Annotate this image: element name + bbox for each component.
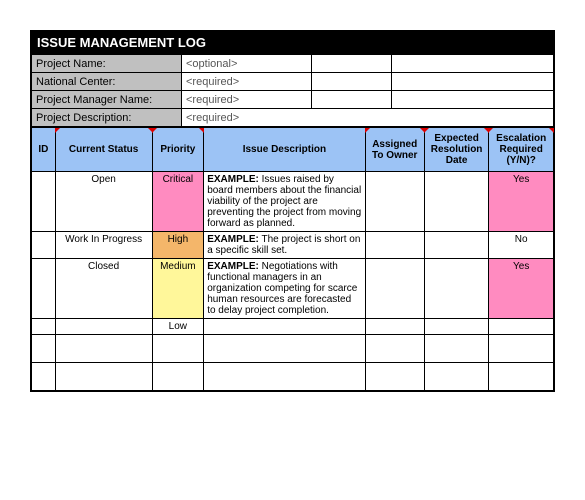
table-row bbox=[32, 363, 554, 391]
header-owner: Assigned To Owner bbox=[365, 128, 424, 172]
meta-label: Project Name: bbox=[32, 55, 182, 73]
cell-status[interactable]: Closed bbox=[55, 259, 152, 319]
cell-desc[interactable]: EXAMPLE: The project is short on a speci… bbox=[204, 232, 365, 259]
cell-id[interactable] bbox=[32, 232, 56, 259]
meta-row-project-name: Project Name: <optional> bbox=[32, 55, 554, 73]
cell-priority[interactable]: Medium bbox=[152, 259, 204, 319]
title-text: ISSUE MANAGEMENT LOG bbox=[37, 35, 206, 50]
cell-owner[interactable] bbox=[365, 319, 424, 335]
cell-desc[interactable]: EXAMPLE: Issues raised by board members … bbox=[204, 172, 365, 232]
cell-owner[interactable] bbox=[365, 232, 424, 259]
cell-esc[interactable] bbox=[489, 319, 554, 335]
cell-date[interactable] bbox=[424, 172, 489, 232]
table-row: ClosedMediumEXAMPLE: Negotiations with f… bbox=[32, 259, 554, 319]
header-date: Expected Resolution Date bbox=[424, 128, 489, 172]
meta-row-national-center: National Center: <required> bbox=[32, 73, 554, 91]
cell-desc[interactable]: EXAMPLE: Negotiations with functional ma… bbox=[204, 259, 365, 319]
cell-status[interactable] bbox=[55, 319, 152, 335]
cell-priority[interactable]: Critical bbox=[152, 172, 204, 232]
meta-label: Project Description: bbox=[32, 109, 182, 127]
header-esc: Escalation Required (Y/N)? bbox=[489, 128, 554, 172]
meta-value-project-description[interactable]: <required> bbox=[182, 109, 554, 127]
log-table: ID Current Status Priority Issue Descrip… bbox=[31, 127, 554, 391]
header-desc: Issue Description bbox=[204, 128, 365, 172]
meta-value-project-name[interactable]: <optional> bbox=[182, 55, 312, 73]
cell-priority[interactable]: High bbox=[152, 232, 204, 259]
cell-date[interactable] bbox=[424, 232, 489, 259]
cell-id[interactable] bbox=[32, 259, 56, 319]
header-status: Current Status bbox=[55, 128, 152, 172]
meta-row-project-description: Project Description: <required> bbox=[32, 109, 554, 127]
cell-status[interactable]: Work In Progress bbox=[55, 232, 152, 259]
cell-date[interactable] bbox=[424, 319, 489, 335]
cell-esc[interactable]: Yes bbox=[489, 172, 554, 232]
meta-value-project-manager[interactable]: <required> bbox=[182, 91, 312, 109]
meta-label: National Center: bbox=[32, 73, 182, 91]
table-row: OpenCriticalEXAMPLE: Issues raised by bo… bbox=[32, 172, 554, 232]
title-bar: ISSUE MANAGEMENT LOG bbox=[31, 31, 554, 54]
header-row: ID Current Status Priority Issue Descrip… bbox=[32, 128, 554, 172]
table-row: Low bbox=[32, 319, 554, 335]
table-row: Work In ProgressHighEXAMPLE: The project… bbox=[32, 232, 554, 259]
cell-owner[interactable] bbox=[365, 172, 424, 232]
cell-owner[interactable] bbox=[365, 259, 424, 319]
cell-date[interactable] bbox=[424, 259, 489, 319]
cell-esc[interactable]: Yes bbox=[489, 259, 554, 319]
meta-value-national-center[interactable]: <required> bbox=[182, 73, 312, 91]
header-priority: Priority bbox=[152, 128, 204, 172]
header-id: ID bbox=[32, 128, 56, 172]
table-row bbox=[32, 335, 554, 363]
cell-status[interactable]: Open bbox=[55, 172, 152, 232]
cell-id[interactable] bbox=[32, 172, 56, 232]
issue-log-container: ISSUE MANAGEMENT LOG Project Name: <opti… bbox=[30, 30, 555, 392]
meta-label: Project Manager Name: bbox=[32, 91, 182, 109]
meta-table: Project Name: <optional> National Center… bbox=[31, 54, 554, 127]
cell-desc[interactable] bbox=[204, 319, 365, 335]
cell-id[interactable] bbox=[32, 319, 56, 335]
cell-priority[interactable]: Low bbox=[152, 319, 204, 335]
cell-esc[interactable]: No bbox=[489, 232, 554, 259]
meta-row-project-manager: Project Manager Name: <required> bbox=[32, 91, 554, 109]
